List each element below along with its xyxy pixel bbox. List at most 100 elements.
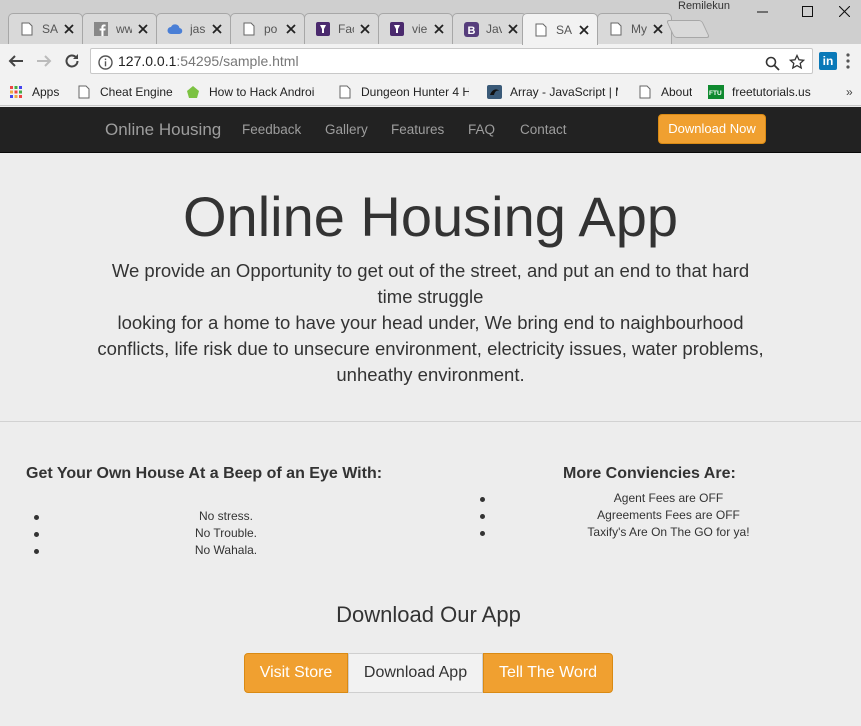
page-icon [533,22,549,38]
close-icon[interactable] [136,22,150,36]
section-divider [0,421,861,422]
close-icon[interactable] [284,22,298,36]
nav-link-feedback[interactable]: Feedback [242,122,301,137]
list-item: Agreements Fees are OFF [476,507,861,524]
bookmarks-overflow-icon[interactable]: » [846,85,853,99]
new-tab-button[interactable] [665,20,711,38]
facebook-icon [93,21,109,37]
bookmark-item[interactable]: How to Hack Androi [185,83,317,101]
info-icon[interactable] [98,53,113,77]
download-app-button[interactable]: Download App [348,653,483,693]
bookmark-label: Apps [32,85,60,99]
mdn-icon [486,84,502,100]
list-item-text: No Trouble. [194,526,258,540]
tab-title: jas [190,22,206,36]
url-host: 127.0.0.1 [118,53,177,69]
bookmark-item[interactable]: Array - JavaScript | M [486,83,618,101]
bullet-icon [34,515,39,520]
download-button-group: Visit Store Download App Tell The Word [244,653,613,693]
brand-icon [315,21,331,37]
bullet-icon [480,531,485,536]
browser-tab[interactable]: SA [8,13,83,44]
left-column-heading: Get Your Own House At a Beep of an Eye W… [26,465,383,482]
tab-title: po [264,22,278,36]
list-item: No stress. [30,508,422,525]
page-icon [76,84,92,100]
nav-link-gallery[interactable]: Gallery [325,122,368,137]
svg-text:FTU: FTU [709,90,722,97]
browser-toolbar: 127.0.0.1:54295/sample.html in [0,44,861,78]
browser-tab[interactable]: Fac [304,13,379,44]
download-section-title: Download Our App [336,602,521,627]
bootstrap-icon: B [463,21,479,37]
browser-tab[interactable]: jas [156,13,231,44]
linkedin-icon[interactable]: in [819,52,837,70]
list-item-text: No Wahala. [194,543,258,557]
site-navbar: Online Housing Feedback Gallery Features… [0,107,861,153]
download-now-button[interactable]: Download Now [658,114,766,144]
list-item-text: No stress. [198,509,253,523]
reload-icon[interactable] [63,52,81,70]
list-item-text: Agent Fees are OFF [613,491,724,505]
address-bar[interactable]: 127.0.0.1:54295/sample.html [90,48,813,74]
nav-link-features[interactable]: Features [391,122,444,137]
hero-paragraph: looking for a home to have your head und… [97,312,764,385]
bookmarks-bar: Apps Cheat Engine How to Hack Androi Dun… [0,78,861,106]
tab-title: SA [42,22,58,36]
right-column-heading: More Conviencies Are: [563,465,736,482]
close-icon[interactable] [432,22,446,36]
star-icon[interactable] [788,53,806,77]
bullet-icon [34,549,39,554]
list-item: Agent Fees are OFF [476,490,861,507]
bookmark-item[interactable]: Apps [8,83,59,101]
back-arrow-icon[interactable] [7,52,25,70]
forward-arrow-icon[interactable] [35,52,53,70]
bookmark-item[interactable]: Cheat Engine [76,83,173,101]
zoom-icon[interactable] [765,54,780,78]
cloud-icon [167,21,183,37]
url-path: :54295/sample.html [176,53,299,69]
visit-store-button[interactable]: Visit Store [244,653,348,693]
apps-grid-icon [8,84,24,100]
nav-link-contact[interactable]: Contact [520,122,567,137]
left-feature-list: No stress. No Trouble. No Wahala. [30,508,422,559]
close-icon[interactable] [651,22,665,36]
hero-paragraph: We provide an Opportunity to get out of … [111,260,750,307]
close-icon[interactable] [577,23,591,37]
android-icon [185,84,201,100]
bullet-icon [480,514,485,519]
tell-the-word-button[interactable]: Tell The Word [483,653,613,693]
profile-name[interactable]: Remilekun [678,0,730,12]
menu-dots-icon[interactable] [846,53,852,69]
bullet-icon [480,497,485,502]
bookmark-label: About [661,85,693,99]
browser-tab[interactable]: vie [378,13,453,44]
minimize-icon[interactable] [740,2,784,20]
bookmark-label: Dungeon Hunter 4 H [361,85,469,99]
page-icon [241,21,257,37]
navbar-brand[interactable]: Online Housing [105,120,221,140]
hero-description: We provide an Opportunity to get out of … [95,258,766,388]
window-close-icon[interactable] [822,2,861,20]
bookmark-item[interactable]: About [637,83,692,101]
close-icon[interactable] [62,22,76,36]
browser-tab[interactable]: B Jav [452,13,527,44]
close-icon[interactable] [358,22,372,36]
tab-title: ww [116,22,132,36]
browser-tab-active[interactable]: SA [522,13,598,45]
page-icon [608,21,624,37]
browser-tab[interactable]: ww [82,13,157,44]
list-item-text: Taxify's Are On The GO for ya! [587,525,750,539]
tab-title: My [631,22,647,36]
close-icon[interactable] [506,22,520,36]
bookmark-label: freetutorials.us [732,85,811,99]
tab-title: Jav [486,22,502,36]
close-icon[interactable] [210,22,224,36]
bookmark-label: How to Hack Androi [209,85,315,99]
nav-link-faq[interactable]: FAQ [468,122,495,137]
bookmark-item[interactable]: Dungeon Hunter 4 H [337,83,469,101]
browser-tab[interactable]: My [597,13,672,44]
ftu-icon: FTU [708,84,724,100]
bookmark-item[interactable]: FTU freetutorials.us [708,83,811,101]
browser-tab[interactable]: po [230,13,305,44]
